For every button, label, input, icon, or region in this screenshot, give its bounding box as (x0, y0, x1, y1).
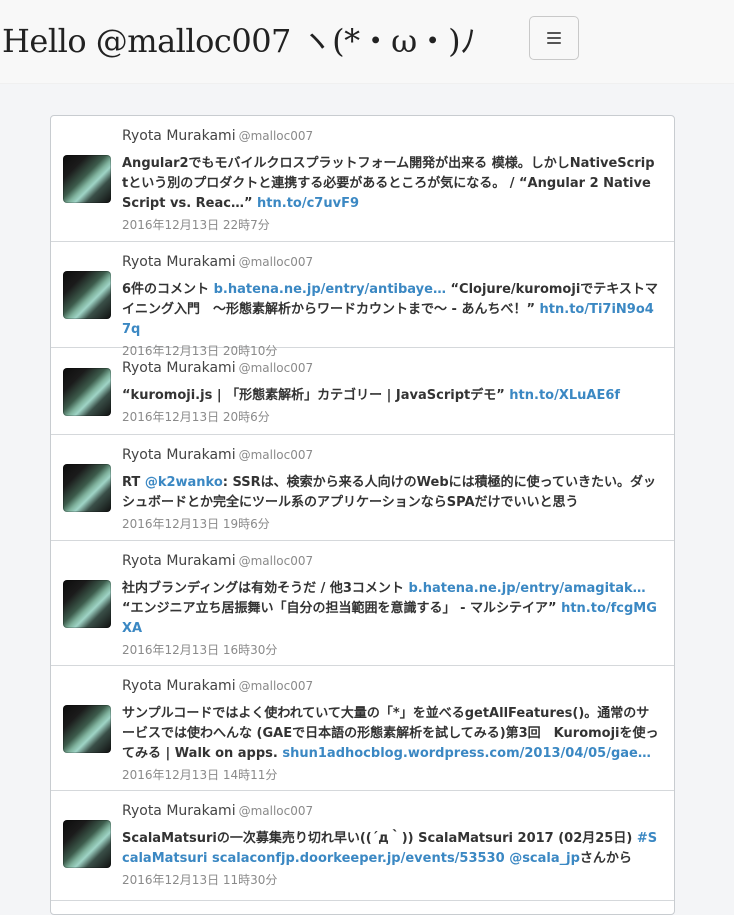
tweet-timestamp: 2016年12月13日 11時30分 (122, 873, 278, 887)
avatar[interactable] (63, 271, 111, 319)
tweet-text: 社内ブランディングは有効そうだ / 他3コメント b.hatena.ne.jp/… (122, 579, 660, 639)
author-handle: @malloc007 (238, 255, 314, 269)
tweet-item: Ryota Murakami @malloc007 社内ブランディングは有効そうだ… (51, 541, 674, 666)
tweet-mention-link[interactable]: @scala_jp (509, 851, 580, 866)
author-handle: @malloc007 (238, 554, 314, 568)
tweet-timestamp: 2016年12月13日 14時11分 (122, 768, 278, 782)
avatar[interactable] (63, 820, 111, 868)
author-handle: @malloc007 (238, 129, 314, 143)
author-handle: @malloc007 (238, 448, 314, 462)
author-handle: @malloc007 (238, 804, 314, 818)
author-name: Ryota Murakami (122, 678, 236, 694)
tweet-text-segment: “kuromoji.js | 「形態素解析」カテゴリー | JavaScript… (122, 388, 510, 403)
tweet-text: Angular2でもモバイルクロスプラットフォーム開発が出来る 模様。しかしNa… (122, 154, 660, 214)
tweet-author: Ryota Murakami @malloc007 (122, 358, 660, 378)
avatar[interactable] (63, 705, 111, 753)
tweet-mention-link[interactable]: @k2wanko (145, 475, 223, 490)
tweet-timestamp: 2016年12月13日 16時30分 (122, 643, 278, 657)
author-handle: @malloc007 (238, 679, 314, 693)
tweet-link[interactable]: htn.to/XLuAE6f (509, 388, 620, 403)
tweet-text: “kuromoji.js | 「形態素解析」カテゴリー | JavaScript… (122, 386, 660, 406)
tweet-text-segment: RT (122, 475, 145, 490)
hamburger-icon (547, 32, 561, 44)
author-handle: @malloc007 (238, 361, 314, 375)
tweet-link[interactable]: b.hatena.ne.jp/entry/amagitak… (408, 581, 645, 596)
tweet-link[interactable]: htn.to/c7uvF9 (257, 196, 359, 211)
brand-title[interactable]: Hello @malloc007 ヽ(*・ω・)ﾉ (2, 16, 476, 62)
tweet-text-segment: Angular2でもモバイルクロスプラットフォーム開発が出来る 模様。しかしNa… (122, 156, 655, 211)
tweet-text: ScalaMatsuriの一次募集売り切れ早い((´д｀)) ScalaMats… (122, 829, 660, 869)
tweet-timestamp: 2016年12月13日 22時7分 (122, 218, 270, 232)
tweet-text-segment: 6件のコメント (122, 282, 214, 297)
tweet-text-segment: 社内ブランディングは有効そうだ / 他3コメント (122, 581, 409, 596)
tweet-author: Ryota Murakami @malloc007 (122, 126, 660, 146)
tweet-item: Ryota Murakami @malloc007 ScalaMatsuriの一次… (51, 791, 674, 901)
tweet-link[interactable]: scalaconfjp.doorkeeper.jp/events/53530 (212, 851, 505, 866)
avatar[interactable] (63, 155, 111, 203)
avatar[interactable] (63, 580, 111, 628)
author-name: Ryota Murakami (122, 553, 236, 569)
tweet-link[interactable]: b.hatena.ne.jp/entry/antibaye… (214, 282, 446, 297)
tweet-text: 6件のコメント b.hatena.ne.jp/entry/antibaye… “… (122, 280, 660, 340)
author-name: Ryota Murakami (122, 447, 236, 463)
tweet-item: Ryota Murakami @malloc007 Angular2でもモバイルク… (51, 116, 674, 242)
avatar[interactable] (63, 368, 111, 416)
tweet-item: Ryota Murakami @malloc007 6件のコメント b.haten… (51, 242, 674, 358)
tweet-timestamp: 2016年12月13日 20時6分 (122, 410, 270, 424)
author-name: Ryota Murakami (122, 360, 236, 376)
menu-toggle-button[interactable] (529, 16, 579, 60)
tweet-author: Ryota Murakami @malloc007 (122, 445, 660, 465)
tweet-item: Ryota Murakami @malloc007 “kuromoji.js | … (51, 348, 674, 435)
tweet-feed: Ryota Murakami @malloc007 Angular2でもモバイルク… (50, 115, 675, 915)
tweet-author: Ryota Murakami @malloc007 (122, 252, 660, 272)
tweet-link[interactable]: shun1adhocblog.wordpress.com/2013/04/05/… (282, 746, 651, 761)
tweet-text-segment: ScalaMatsuriの一次募集売り切れ早い((´д｀)) ScalaMats… (122, 831, 637, 846)
tweet-text: サンプルコードではよく使われていて大量の「*」を並べるgetAllFeature… (122, 704, 660, 764)
tweet-author: Ryota Murakami @malloc007 (122, 676, 660, 696)
tweet-author: Ryota Murakami @malloc007 (122, 551, 660, 571)
tweet-timestamp: 2016年12月13日 19時6分 (122, 517, 270, 531)
tweet-text: RT @k2wanko: SSRは、検索から来る人向けのWebには積極的に使って… (122, 473, 660, 513)
tweet-text-segment: さんから (579, 851, 632, 866)
tweet-item: Ryota Murakami @malloc007 RT @k2wanko: SS… (51, 435, 674, 541)
navbar: Hello @malloc007 ヽ(*・ω・)ﾉ (0, 0, 734, 84)
tweet-item: Ryota Murakami @malloc007 サンプルコードではよく使われて… (51, 666, 674, 791)
avatar[interactable] (63, 464, 111, 512)
author-name: Ryota Murakami (122, 254, 236, 270)
author-name: Ryota Murakami (122, 803, 236, 819)
tweet-text-segment: “エンジニア立ち居振舞い「自分の担当範囲を意識する」 - マルシテイア” (122, 601, 562, 616)
author-name: Ryota Murakami (122, 128, 236, 144)
tweet-author: Ryota Murakami @malloc007 (122, 801, 660, 821)
